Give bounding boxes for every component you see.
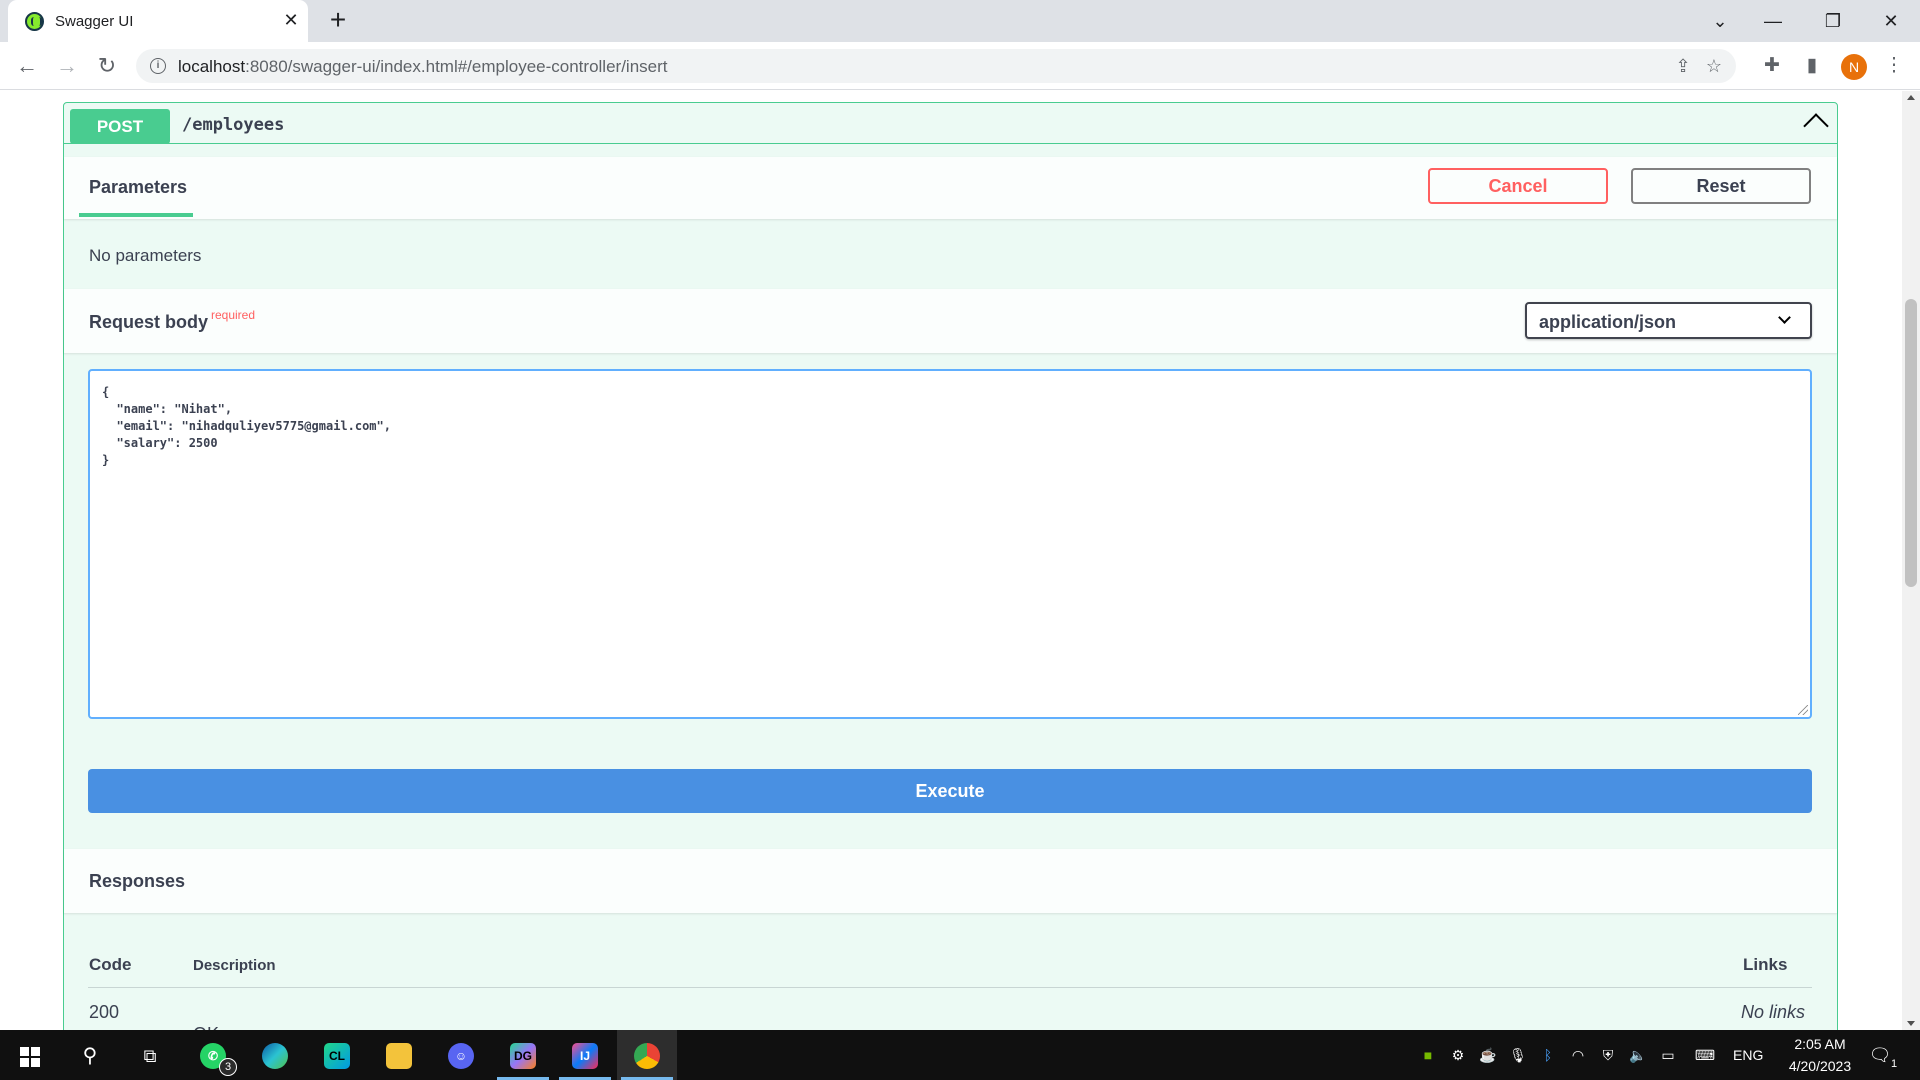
request-body-json[interactable]: { "name": "Nihat", "email": "nihadquliye… xyxy=(102,385,391,467)
java-tray-icon[interactable]: ☕ xyxy=(1479,1046,1497,1064)
share-icon[interactable]: ⇪ xyxy=(1671,54,1695,78)
chevron-down-icon xyxy=(1778,311,1791,324)
request-body-title: Request body xyxy=(89,312,209,332)
browser-toolbar: ← → ↻ i localhost:8080/swagger-ui/index.… xyxy=(0,42,1920,90)
minimize-button[interactable]: — xyxy=(1750,0,1796,42)
content-type-value: application/json xyxy=(1539,312,1677,332)
reset-button[interactable]: Reset xyxy=(1631,168,1811,204)
maximize-button[interactable]: ❐ xyxy=(1810,0,1856,42)
nvidia-tray-icon[interactable]: ■ xyxy=(1419,1046,1437,1064)
resize-handle-icon[interactable] xyxy=(1798,705,1808,715)
bluetooth-tray-icon[interactable]: ᛒ xyxy=(1539,1046,1557,1064)
task-view-icon: ⧉ xyxy=(143,1046,157,1066)
windows-taskbar: ⚲ ⧉ ✆ 3 CL ☺ DG IJ ■ ⚙ ☕ 🎙 ᛒ ◠ ⛨ 🔈 ▭ ⌨ E… xyxy=(0,1030,1920,1080)
responses-header: Responses xyxy=(64,849,1837,913)
profile-avatar[interactable]: N xyxy=(1841,54,1867,80)
taskbar-clion[interactable]: CL xyxy=(307,1030,367,1080)
tab-parameters[interactable]: Parameters xyxy=(89,177,187,198)
reload-icon[interactable]: ↻ xyxy=(92,51,122,81)
responses-divider xyxy=(88,987,1812,988)
forward-icon[interactable]: → xyxy=(52,51,82,81)
url-text[interactable]: localhost:8080/swagger-ui/index.html#/em… xyxy=(178,57,668,77)
chrome-menu-icon[interactable]: ⋮ xyxy=(1880,52,1908,80)
page-viewport: POST /employees Parameters Cancel Reset … xyxy=(0,91,1920,1030)
taskbar-chrome[interactable] xyxy=(617,1030,677,1080)
edge-icon xyxy=(262,1043,288,1069)
responses-title: Responses xyxy=(89,871,186,891)
start-button[interactable] xyxy=(0,1030,60,1080)
endpoint-path: /employees xyxy=(182,115,285,135)
response-code: 200 xyxy=(89,1002,120,1022)
bookmark-star-icon[interactable]: ☆ xyxy=(1702,54,1726,78)
discord-icon: ☺ xyxy=(448,1043,474,1069)
taskbar-datagrip[interactable]: DG xyxy=(493,1030,553,1080)
window-close-button[interactable]: ✕ xyxy=(1868,0,1914,42)
whatsapp-badge: 3 xyxy=(219,1058,237,1076)
intellij-icon: IJ xyxy=(572,1043,598,1069)
operation-summary[interactable]: POST /employees xyxy=(64,103,1837,144)
scroll-up-arrow-icon[interactable] xyxy=(1907,95,1915,100)
responses-code-header: Code xyxy=(89,955,132,974)
taskbar-whatsapp[interactable]: ✆ 3 xyxy=(183,1030,243,1080)
execute-button[interactable]: Execute xyxy=(88,769,1812,813)
windows-logo-icon xyxy=(20,1047,40,1067)
battery-icon[interactable]: ▭ xyxy=(1659,1046,1677,1064)
tab-close-icon[interactable]: ✕ xyxy=(280,9,302,31)
scroll-down-arrow-icon[interactable] xyxy=(1907,1021,1915,1026)
active-tab-underline xyxy=(79,213,193,217)
chrome-icon xyxy=(634,1043,660,1069)
tab-title: Swagger UI xyxy=(55,13,134,30)
responses-description-header: Description xyxy=(193,957,276,974)
taskbar-intellij[interactable]: IJ xyxy=(555,1030,615,1080)
taskbar-file-explorer[interactable] xyxy=(369,1030,429,1080)
usb-tray-icon[interactable]: ⚙ xyxy=(1449,1046,1467,1064)
microphone-tray-icon[interactable]: 🎙 xyxy=(1509,1046,1527,1064)
request-body-header: Request body required application/json xyxy=(64,289,1837,353)
browser-tab-strip: Swagger UI ✕ + ⌄ — ❐ ✕ xyxy=(0,0,1920,42)
keyboard-icon[interactable]: ⌨ xyxy=(1691,1046,1719,1064)
security-shield-icon[interactable]: ⛨ xyxy=(1599,1046,1617,1064)
datagrip-icon: DG xyxy=(510,1043,536,1069)
clock-date[interactable]: 4/20/2023 xyxy=(1778,1058,1862,1074)
clock-time[interactable]: 2:05 AM xyxy=(1785,1036,1855,1052)
search-button[interactable]: ⚲ xyxy=(60,1030,120,1080)
address-bar[interactable]: i localhost:8080/swagger-ui/index.html#/… xyxy=(136,49,1736,83)
content-type-select[interactable]: application/json xyxy=(1525,302,1812,339)
scrollbar-thumb[interactable] xyxy=(1905,299,1917,587)
back-icon[interactable]: ← xyxy=(12,51,42,81)
responses-links-header: Links xyxy=(1743,955,1788,974)
collapse-chevron-icon[interactable] xyxy=(1803,113,1829,139)
swagger-favicon-icon xyxy=(25,12,44,31)
browser-tab[interactable]: Swagger UI ✕ xyxy=(8,0,308,42)
taskbar-discord[interactable]: ☺ xyxy=(431,1030,491,1080)
search-icon: ⚲ xyxy=(82,1045,98,1067)
response-links: No links xyxy=(1741,1002,1806,1022)
operation-block: POST /employees Parameters Cancel Reset … xyxy=(63,102,1838,1030)
notification-center-icon[interactable]: 🗨 xyxy=(1868,1046,1892,1064)
clion-icon: CL xyxy=(324,1043,350,1069)
new-tab-button[interactable]: + xyxy=(324,6,352,34)
no-parameters-text: No parameters xyxy=(89,246,202,265)
cancel-button[interactable]: Cancel xyxy=(1428,168,1608,204)
page-scrollbar[interactable] xyxy=(1902,91,1920,1030)
side-panel-icon[interactable]: ▮ xyxy=(1798,52,1826,80)
site-info-icon[interactable]: i xyxy=(150,58,166,74)
language-indicator[interactable]: ENG xyxy=(1733,1047,1763,1063)
required-marker: required xyxy=(211,308,256,322)
wifi-tray-icon[interactable]: ◠ xyxy=(1569,1046,1587,1064)
http-method-badge: POST xyxy=(70,109,170,144)
taskbar-edge[interactable] xyxy=(245,1030,305,1080)
volume-icon[interactable]: 🔈 xyxy=(1629,1046,1647,1064)
folder-icon xyxy=(386,1043,412,1069)
tab-search-icon[interactable]: ⌄ xyxy=(1697,0,1743,42)
parameters-header: Parameters Cancel Reset xyxy=(64,157,1837,219)
extensions-icon[interactable]: ✚ xyxy=(1758,52,1786,80)
notification-count: 1 xyxy=(1891,1058,1898,1070)
request-body-editor[interactable]: { "name": "Nihat", "email": "nihadquliye… xyxy=(88,369,1812,719)
task-view-button[interactable]: ⧉ xyxy=(120,1030,180,1080)
